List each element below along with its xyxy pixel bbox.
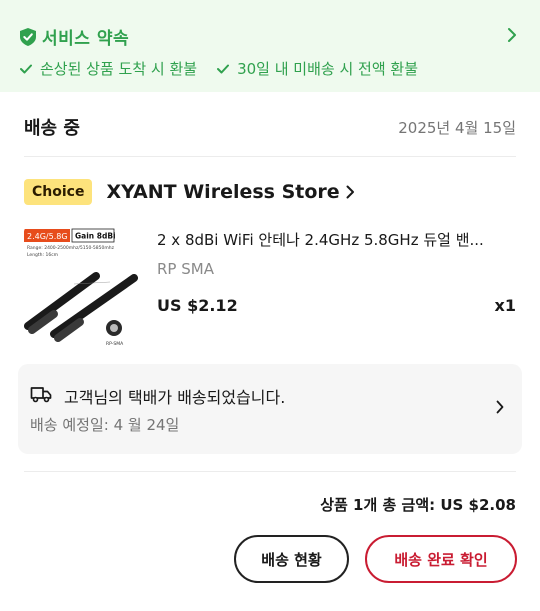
chevron-right-icon[interactable] — [506, 26, 518, 44]
check-icon — [217, 64, 230, 73]
product-quantity: x1 — [494, 296, 516, 315]
confirm-delivery-button[interactable]: 배송 완료 확인 — [365, 535, 517, 583]
service-promise-list: 손상된 상품 도착 시 환불 30일 내 미배송 시 전액 환불 — [20, 58, 418, 79]
divider — [24, 471, 516, 472]
track-shipment-button[interactable]: 배송 현황 — [234, 535, 349, 583]
antenna-product-picture: 2.4G/5.8G Gain 8dBi Range: 2400-2500mhz/… — [24, 226, 146, 348]
store-name-link[interactable]: XYANT Wireless Store — [106, 181, 354, 203]
delivery-eta: 배송 예정일: 4 월 24일 — [30, 416, 180, 434]
range-label: Range: 2400-2500mhz/5150-5850mhz — [27, 245, 115, 251]
service-promise-banner[interactable]: 서비스 약속 손상된 상품 도착 시 환불 30일 내 미배송 시 전액 환불 — [0, 0, 540, 92]
divider — [24, 156, 516, 157]
truck-icon — [30, 387, 52, 403]
order-date: 2025년 4월 15일 — [398, 118, 516, 137]
choice-badge: Choice — [24, 179, 93, 205]
product-price: US $2.12 — [157, 296, 238, 315]
store-name: XYANT Wireless Store — [106, 181, 340, 203]
order-status-row: 배송 중 2025년 4월 15일 — [24, 112, 516, 142]
service-promise-item-label: 손상된 상품 도착 시 환불 — [40, 60, 198, 78]
service-promise-item-label: 30일 내 미배송 시 전액 환불 — [237, 60, 419, 78]
service-promise-title: 서비스 약속 — [42, 29, 130, 49]
product-variant: RP SMA — [157, 260, 214, 278]
shield-check-icon — [20, 27, 36, 46]
order-total: 상품 1개 총 금액: US $2.08 — [320, 496, 516, 514]
product-image[interactable]: 2.4G/5.8G Gain 8dBi Range: 2400-2500mhz/… — [24, 226, 146, 348]
delivery-message: 고객님의 택배가 배송되었습니다. — [64, 388, 286, 407]
store-row[interactable]: Choice XYANT Wireless Store — [24, 176, 355, 208]
connector-label: RP-SMA — [106, 341, 124, 347]
product-name[interactable]: 2 x 8dBi WiFi 안테나 2.4GHz 5.8GHz 듀얼 밴... — [157, 229, 517, 250]
service-promise-item: 손상된 상품 도착 시 환불 — [20, 58, 197, 79]
chevron-right-icon — [346, 185, 354, 199]
length-label: Length: 16cm — [27, 252, 58, 258]
chevron-right-icon — [496, 400, 504, 414]
order-status: 배송 중 — [24, 118, 80, 139]
check-icon — [20, 64, 32, 73]
band-label: 2.4G/5.8G — [27, 232, 68, 241]
service-promise-item: 30일 내 미배송 시 전액 환불 — [217, 58, 418, 79]
delivery-status-card[interactable]: 고객님의 택배가 배송되었습니다. 배송 예정일: 4 월 24일 — [18, 364, 522, 454]
service-promise-title-row: 서비스 약속 — [20, 24, 129, 49]
gain-label: Gain 8dBi — [75, 232, 116, 241]
